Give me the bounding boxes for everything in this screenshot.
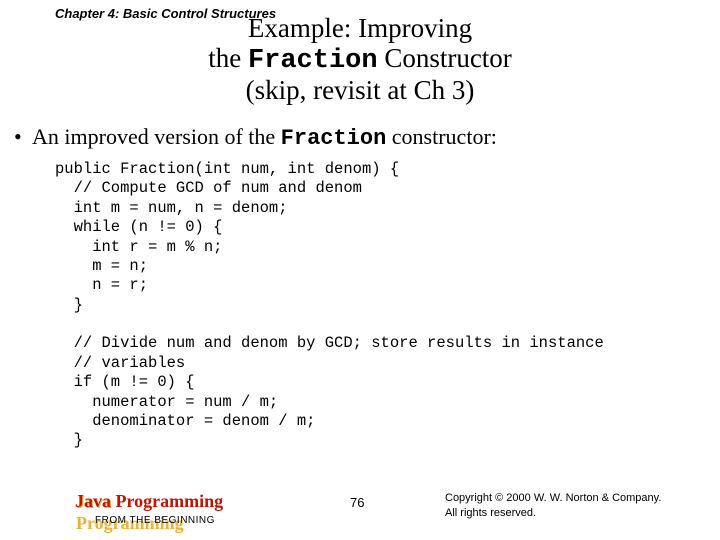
copyright: Copyright © 2000 W. W. Norton & Company.… — [445, 491, 661, 520]
title-fraction-code: Fraction — [248, 46, 378, 76]
book-title: Java Programming Java Programming — [75, 491, 223, 512]
copyright-line-2: All rights reserved. — [445, 506, 661, 520]
bullet-text-pre: An improved version of the — [32, 124, 281, 149]
code-listing: public Fraction(int num, int denom) { //… — [55, 160, 613, 451]
bullet-marker: • — [14, 124, 22, 150]
book-subtitle: FROM THE BEGINNING — [95, 515, 215, 526]
title-line-2-pre: the — [208, 43, 248, 73]
footer: Java Programming Java Programming FROM T… — [0, 485, 720, 530]
slide-title: Example: Improving the Fraction Construc… — [0, 14, 720, 106]
bullet-fraction-code: Fraction — [281, 126, 387, 151]
title-line-2: the Fraction Constructor — [0, 44, 720, 77]
bullet-text-post: constructor: — [386, 124, 497, 149]
bullet-item: • An improved version of the Fraction co… — [14, 124, 497, 151]
copyright-line-1: Copyright © 2000 W. W. Norton & Company. — [445, 491, 661, 505]
title-line-2-post: Constructor — [378, 43, 512, 73]
page-number: 76 — [350, 495, 364, 510]
title-line-3: (skip, revisit at Ch 3) — [0, 76, 720, 106]
book-title-text: Java Programming — [75, 491, 223, 511]
title-line-1: Example: Improving — [0, 14, 720, 44]
